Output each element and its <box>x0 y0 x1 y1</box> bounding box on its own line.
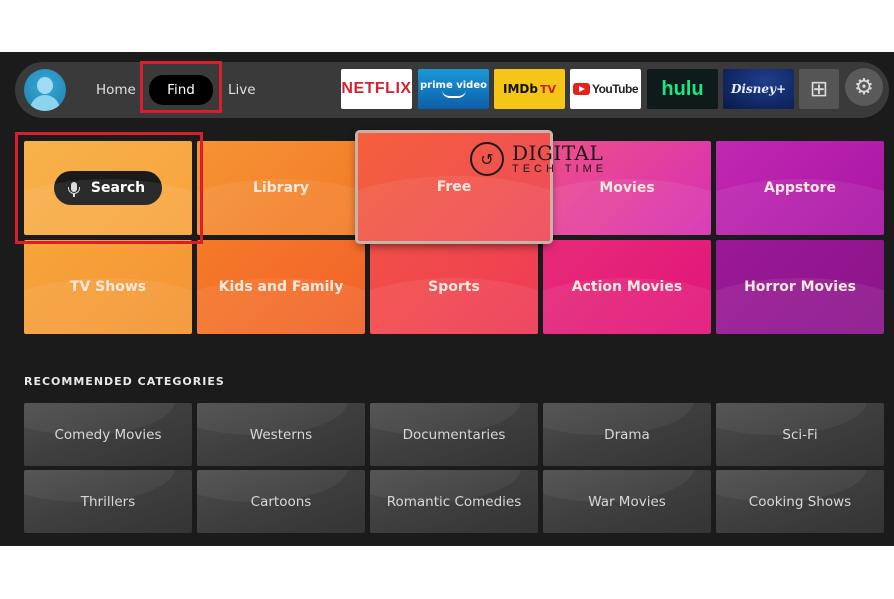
app-youtube[interactable]: YouTube <box>570 69 641 109</box>
category-appstore[interactable]: Appstore <box>716 141 884 235</box>
category-label: Sports <box>428 279 480 295</box>
app-prime-video[interactable]: prime video <box>418 69 489 109</box>
nav-home[interactable]: Home <box>96 78 136 102</box>
category-label: Free <box>436 179 472 195</box>
category-tv-shows[interactable]: TV Shows <box>24 240 192 334</box>
category-action-movies[interactable]: Action Movies <box>543 240 711 334</box>
watermark-line1: DIGITAL <box>512 141 604 165</box>
rec-cartoons[interactable]: Cartoons <box>197 470 365 533</box>
netflix-logo-text: NETFLIX <box>341 80 412 97</box>
settings-button[interactable]: ⚙ <box>845 68 883 106</box>
fire-tv-screen: Home Find Live NETFLIX prime video IMDb T… <box>0 52 894 546</box>
watermark-clock-icon: ↺ <box>470 142 504 176</box>
rec-label: Drama <box>604 426 650 443</box>
rec-drama[interactable]: Drama <box>543 403 711 466</box>
watermark-line2: TECH TIME <box>512 163 608 175</box>
rec-label: War Movies <box>588 493 666 510</box>
rec-romantic-comedies[interactable]: Romantic Comedies <box>370 470 538 533</box>
rec-war-movies[interactable]: War Movies <box>543 470 711 533</box>
category-library[interactable]: Library <box>197 141 365 235</box>
find-highlight-box <box>140 61 222 113</box>
category-label: TV Shows <box>69 279 147 295</box>
rec-label: Comedy Movies <box>54 426 162 443</box>
rec-label: Sci-Fi <box>782 426 818 443</box>
app-imdb-tv[interactable]: IMDb TV <box>494 69 565 109</box>
disney-logo-text: Disney+ <box>730 82 787 96</box>
imdb-logo-text: IMDb <box>503 82 538 96</box>
category-label: Movies <box>599 180 655 196</box>
category-label: Action Movies <box>571 279 683 295</box>
prime-smile-icon <box>441 90 466 98</box>
app-disney-plus[interactable]: Disney+ <box>723 69 794 109</box>
profile-avatar[interactable] <box>24 69 66 111</box>
nav-live[interactable]: Live <box>228 78 256 102</box>
rec-label: Documentaries <box>402 426 506 443</box>
watermark-logo: ↺ DIGITAL TECH TIME <box>470 142 607 176</box>
apps-grid-icon: ⊞ <box>809 76 829 102</box>
app-hulu[interactable]: hulu <box>647 69 718 109</box>
rec-label: Westerns <box>249 426 313 443</box>
category-sports[interactable]: Sports <box>370 240 538 334</box>
rec-comedy-movies[interactable]: Comedy Movies <box>24 403 192 466</box>
category-label: Kids and Family <box>218 279 344 295</box>
youtube-play-icon <box>572 83 590 95</box>
rec-label: Cooking Shows <box>748 493 852 510</box>
hulu-logo-text: hulu <box>661 77 704 100</box>
youtube-logo-text: YouTube <box>591 82 639 96</box>
category-label: Horror Movies <box>744 279 856 295</box>
avatar-body <box>30 95 60 111</box>
rec-cooking-shows[interactable]: Cooking Shows <box>716 470 884 533</box>
rec-thrillers[interactable]: Thrillers <box>24 470 192 533</box>
imdb-tv-suffix: TV <box>539 82 556 96</box>
all-apps-button[interactable]: ⊞ <box>799 69 839 109</box>
rec-label: Thrillers <box>80 493 136 510</box>
recommended-categories-heading: RECOMMENDED CATEGORIES <box>24 375 225 388</box>
rec-documentaries[interactable]: Documentaries <box>370 403 538 466</box>
gear-icon: ⚙ <box>854 74 874 100</box>
app-netflix[interactable]: NETFLIX <box>341 69 412 109</box>
rec-label: Romantic Comedies <box>386 493 522 510</box>
search-highlight-box <box>15 132 203 244</box>
category-label: Appstore <box>764 180 836 196</box>
category-label: Library <box>252 180 310 196</box>
avatar-head <box>37 77 53 94</box>
rec-sci-fi[interactable]: Sci-Fi <box>716 403 884 466</box>
category-kids-and-family[interactable]: Kids and Family <box>197 240 365 334</box>
rec-label: Cartoons <box>250 493 312 510</box>
category-horror-movies[interactable]: Horror Movies <box>716 240 884 334</box>
rec-westerns[interactable]: Westerns <box>197 403 365 466</box>
